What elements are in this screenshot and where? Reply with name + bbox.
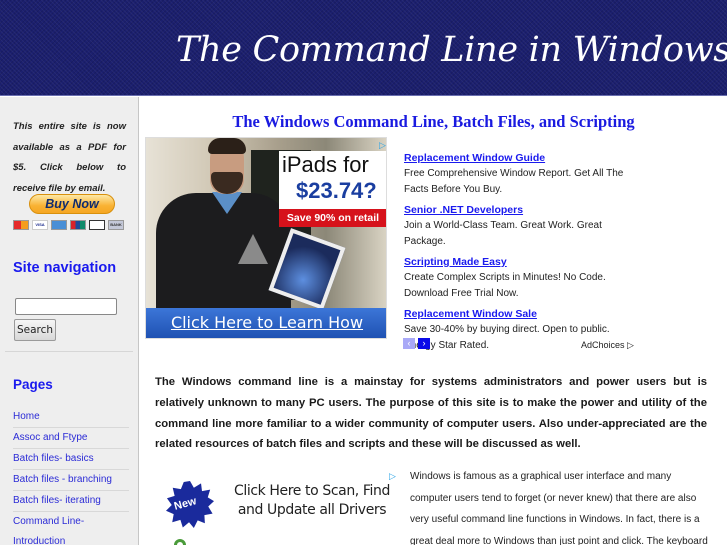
adchoices-icon[interactable]: ▷ (379, 140, 386, 151)
site-navigation-heading: Site navigation (13, 260, 117, 276)
site-title[interactable]: The Command Line in Windows (176, 30, 727, 70)
search-button[interactable]: Search (14, 319, 56, 341)
driver-update-ad[interactable]: New Click Here to Scan, Find and Update … (160, 468, 400, 545)
text-ad-body: Join a World-Class Team. Great Work. Gre… (404, 220, 602, 247)
second-paragraph: Windows is famous as a graphical user in… (410, 471, 708, 545)
site-header: The Command Line in Windows (0, 0, 727, 96)
ad-promo-save: Save 90% on retail (279, 209, 386, 227)
search-input[interactable] (15, 298, 117, 315)
visa-icon: VISA (32, 220, 48, 230)
sidebar: This entire site is now available as a P… (0, 97, 139, 545)
intro-paragraph: The Windows command line is a mainstay f… (155, 376, 707, 451)
bank-icon: BANK (108, 220, 124, 230)
page-link-assoc-ftype[interactable]: Assoc and Ftype (13, 428, 129, 449)
discover-icon (89, 220, 105, 230)
text-ad: Replacement Window Guide Free Comprehens… (404, 151, 639, 203)
ad-person-hair (208, 138, 246, 154)
page-title: The Windows Command Line, Batch Files, a… (232, 112, 635, 131)
pages-list: Home Assoc and Ftype Batch files- basics… (13, 407, 129, 545)
ad-person-body (156, 193, 291, 313)
text-ad: Senior .NET Developers Join a World-Clas… (404, 203, 639, 255)
page-link-batch-branching[interactable]: Batch files - branching (13, 470, 129, 491)
ad-next-button[interactable]: › (418, 338, 430, 349)
page-link-command-line-intro-cont[interactable]: Introduction (13, 532, 129, 545)
image-ad-ipads[interactable]: iPads for $23.74? Save 90% on retail Cli… (145, 137, 387, 339)
payment-cards: VISA BANK (13, 220, 124, 230)
driver-ad-logo-icon (174, 539, 186, 545)
text-ad-title[interactable]: Senior .NET Developers (404, 203, 639, 218)
page-link-batch-iterating[interactable]: Batch files- iterating (13, 491, 129, 512)
text-ad-title[interactable]: Replacement Window Guide (404, 151, 639, 166)
page-link-batch-basics[interactable]: Batch files- basics (13, 449, 129, 470)
divider (5, 351, 133, 352)
ad-promo-price: $23.74? (296, 178, 377, 203)
driver-ad-text[interactable]: Click Here to Scan, Find and Update all … (232, 482, 392, 520)
text-ad-body: Free Comprehensive Window Report. Get Al… (404, 168, 624, 195)
text-ad: Scripting Made Easy Create Complex Scrip… (404, 255, 639, 307)
ad-hoodie-logo (238, 234, 268, 264)
text-ad-body: Create Complex Scripts in Minutes! No Co… (404, 272, 606, 299)
adchoices-icon[interactable]: ▷ (389, 471, 396, 482)
ad-prev-button[interactable]: ‹ (403, 338, 415, 349)
ad-promo-headline: iPads for (282, 152, 369, 177)
buy-now-button[interactable]: Buy Now (29, 194, 115, 214)
ad-cta-button[interactable]: Click Here to Learn How (146, 308, 386, 338)
unionpay-icon (70, 220, 86, 230)
text-ads: Replacement Window Guide Free Comprehens… (404, 151, 639, 353)
text-ad-title[interactable]: Replacement Window Sale (404, 307, 639, 322)
text-ad-title[interactable]: Scripting Made Easy (404, 255, 639, 270)
page-link-command-line-intro[interactable]: Command Line- (13, 512, 129, 532)
pages-heading: Pages (13, 377, 53, 392)
page-link-home[interactable]: Home (13, 407, 129, 428)
pdf-offer-note: This entire site is now available as a P… (13, 121, 126, 194)
adchoices-link[interactable]: AdChoices ▷ (581, 340, 634, 351)
mastercard-icon (13, 220, 29, 230)
amex-icon (51, 220, 67, 230)
